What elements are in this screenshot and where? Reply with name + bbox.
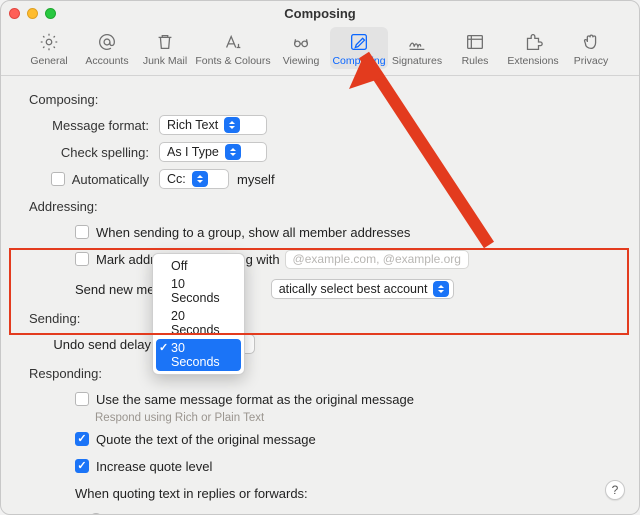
dropdown-option[interactable]: Off	[153, 257, 244, 275]
tab-label: Signatures	[392, 55, 442, 67]
titlebar: Composing	[1, 1, 639, 25]
check-spelling-select[interactable]: As I Type	[159, 142, 267, 162]
tab-label: General	[30, 55, 67, 67]
sending-header: Sending:	[29, 311, 619, 326]
dropdown-option[interactable]: 20 Seconds	[153, 307, 244, 339]
at-sign-icon	[96, 31, 118, 53]
fonts-icon	[222, 31, 244, 53]
puzzle-icon	[522, 31, 544, 53]
tab-privacy[interactable]: Privacy	[562, 27, 620, 69]
increase-quote-checkbox[interactable]	[75, 459, 89, 473]
message-format-select[interactable]: Rich Text	[159, 115, 267, 135]
content-area: Composing: Message format: Rich Text Che…	[1, 76, 639, 515]
tab-signatures[interactable]: Signatures	[388, 27, 446, 69]
tab-junk-mail[interactable]: Junk Mail	[136, 27, 194, 69]
tab-accounts[interactable]: Accounts	[78, 27, 136, 69]
group-addresses-checkbox[interactable]	[75, 225, 89, 239]
check-spelling-label: Check spelling:	[29, 145, 159, 160]
increase-quote-label: Increase quote level	[96, 459, 212, 474]
select-value: Rich Text	[167, 118, 218, 132]
auto-cc-select[interactable]: Cc:	[159, 169, 229, 189]
chevron-updown-icon	[433, 281, 449, 297]
tab-label: Viewing	[283, 55, 320, 67]
group-addresses-label: When sending to a group, show all member…	[96, 225, 410, 240]
quote-label: Quote the text of the original message	[96, 432, 316, 447]
auto-cc-checkbox[interactable]	[51, 172, 65, 186]
tab-label: Privacy	[574, 55, 608, 67]
tab-label: Accounts	[85, 55, 128, 67]
tab-fonts-colours[interactable]: Fonts & Colours	[194, 27, 272, 69]
preferences-toolbar: General Accounts Junk Mail Fonts & Colou…	[1, 25, 639, 76]
chevron-updown-icon	[225, 144, 241, 160]
select-value: atically select best account	[279, 282, 428, 296]
addressing-header: Addressing:	[29, 199, 619, 214]
preferences-window: Composing General Accounts Junk Mail Fon…	[0, 0, 640, 515]
hand-icon	[580, 31, 602, 53]
dropdown-option[interactable]: 10 Seconds	[153, 275, 244, 307]
glasses-icon	[290, 31, 312, 53]
tab-label: Extensions	[507, 55, 558, 67]
tab-general[interactable]: General	[20, 27, 78, 69]
tab-composing[interactable]: Composing	[330, 27, 388, 69]
responding-header: Responding:	[29, 366, 619, 381]
when-quoting-label: When quoting text in replies or forwards…	[75, 486, 308, 501]
signature-icon	[406, 31, 428, 53]
dropdown-option-selected[interactable]: 30 Seconds	[156, 339, 241, 371]
tab-extensions[interactable]: Extensions	[504, 27, 562, 69]
same-format-checkbox[interactable]	[75, 392, 89, 406]
tab-viewing[interactable]: Viewing	[272, 27, 330, 69]
rules-icon	[464, 31, 486, 53]
chevron-updown-icon	[224, 117, 240, 133]
tab-label: Junk Mail	[143, 55, 187, 67]
quote-checkbox[interactable]	[75, 432, 89, 446]
undo-send-label: Undo send delay	[49, 337, 159, 352]
auto-cc-myself: myself	[237, 172, 275, 187]
message-format-label: Message format:	[29, 118, 159, 133]
chevron-updown-icon	[192, 171, 208, 187]
compose-icon	[348, 31, 370, 53]
mark-addresses-input[interactable]: @example.com, @example.org	[285, 250, 469, 269]
same-format-label: Use the same message format as the origi…	[96, 392, 414, 407]
gear-icon	[38, 31, 60, 53]
select-value: As I Type	[167, 145, 219, 159]
mark-addresses-checkbox[interactable]	[75, 252, 89, 266]
auto-cc-label: Automatically	[72, 172, 149, 187]
send-from-select[interactable]: atically select best account	[271, 279, 455, 299]
undo-send-dropdown[interactable]: Off 10 Seconds 20 Seconds 30 Seconds	[152, 253, 245, 375]
tab-label: Rules	[462, 55, 489, 67]
select-value: Cc:	[167, 172, 186, 186]
tab-label: Composing	[332, 55, 385, 67]
tab-label: Fonts & Colours	[195, 55, 270, 67]
help-button[interactable]: ?	[605, 480, 625, 500]
trash-icon	[154, 31, 176, 53]
tab-rules[interactable]: Rules	[446, 27, 504, 69]
window-title: Composing	[1, 6, 639, 21]
composing-header: Composing:	[29, 92, 619, 107]
same-format-sub: Respond using Rich or Plain Text	[29, 412, 619, 424]
